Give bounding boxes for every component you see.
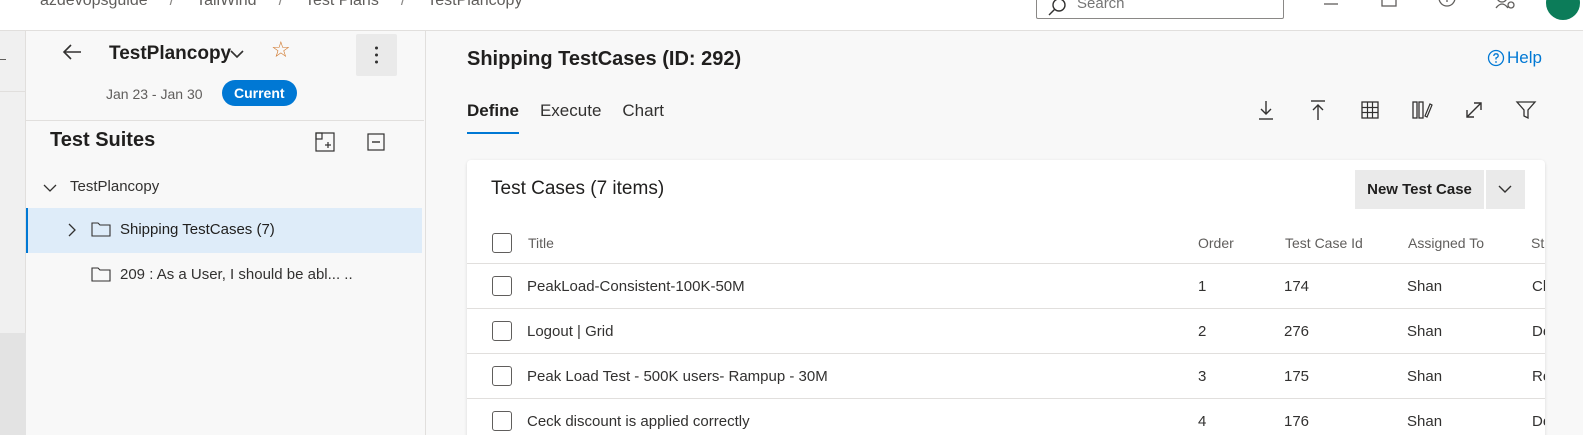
test-cases-title: Test Cases (7 items) [491, 178, 665, 199]
help-link[interactable]: Help [1487, 48, 1542, 68]
favorite-star-icon[interactable]: ☆ [271, 39, 291, 61]
column-options-icon[interactable] [1411, 99, 1433, 121]
cell-test-case-id: 176 [1284, 413, 1310, 430]
tree-item-root[interactable]: TestPlancopy [26, 171, 424, 203]
download-icon[interactable] [1255, 99, 1277, 121]
cell-title[interactable]: PeakLoad-Consistent-100K-50M [527, 278, 745, 295]
avatar[interactable] [1546, 0, 1580, 20]
chevron-down-icon [1498, 185, 1512, 193]
chevron-down-icon[interactable] [228, 45, 246, 63]
user-settings-icon[interactable] [1494, 0, 1516, 12]
chevron-down-icon[interactable] [43, 181, 57, 195]
help-label: Help [1507, 48, 1542, 67]
tree-item-shipping-testcases[interactable]: Shipping TestCases (7) [26, 208, 422, 253]
tab-chart[interactable]: Chart [622, 101, 664, 134]
tree-item-requirement-suite[interactable]: 209 : As a User, I should be abl... .. [26, 253, 424, 297]
grid-icon[interactable] [1359, 99, 1381, 121]
panel-divider [26, 120, 424, 121]
page-title: Shipping TestCases (ID: 292) [467, 48, 742, 70]
breadcrumb-separator: / [278, 0, 284, 9]
upload-icon[interactable] [1307, 99, 1329, 121]
cell-title[interactable]: Logout | Grid [527, 323, 613, 340]
breadcrumb-test-plans[interactable]: Test Plans [305, 0, 379, 10]
cell-state: Cl [1532, 278, 1545, 295]
row-checkbox[interactable] [492, 276, 512, 296]
plan-name[interactable]: TestPlancopy [109, 43, 231, 65]
cell-order: 2 [1198, 323, 1207, 340]
table-row[interactable]: Ceck discount is applied correctly 4 176… [467, 399, 1545, 435]
left-nav-rail [0, 31, 26, 435]
test-plan-panel: TestPlancopy ☆ Jan 23 - Jan 30 Current T… [26, 31, 426, 435]
collapse-all-icon[interactable] [366, 132, 386, 152]
search-box[interactable] [1036, 0, 1284, 19]
search-input[interactable] [1077, 0, 1267, 12]
cell-state: Re [1532, 368, 1545, 385]
breadcrumb-project[interactable]: TailWind [196, 0, 256, 10]
cell-state: De [1532, 413, 1545, 430]
column-header-state[interactable]: St [1531, 235, 1544, 251]
cell-assigned-to: Shan [1407, 323, 1443, 340]
folder-icon [91, 222, 111, 237]
suites-title: Test Suites [50, 129, 156, 151]
tree-item-label: 209 : As a User, I should be abl... .. [120, 266, 353, 283]
tree-item-label: TestPlancopy [70, 178, 160, 195]
table-row[interactable]: Peak Load Test - 500K users- Rampup - 30… [467, 354, 1545, 399]
breadcrumb-org[interactable]: azdevopsguide [40, 0, 148, 10]
cell-test-case-id: 276 [1284, 323, 1310, 340]
breadcrumb: azdevopsguide / TailWind / Test Plans / … [40, 0, 522, 10]
column-header-order[interactable]: Order [1198, 235, 1234, 251]
rail-marker [0, 59, 6, 60]
cell-order: 1 [1198, 278, 1207, 295]
tab-bar: Define Execute Chart [467, 101, 664, 134]
column-header-test-case-id[interactable]: Test Case Id [1285, 235, 1363, 251]
test-cases-card: Test Cases (7 items) New Test Case Title… [467, 160, 1545, 435]
tab-execute[interactable]: Execute [540, 101, 601, 134]
rail-divider [0, 91, 26, 92]
filter-icon[interactable] [1515, 99, 1537, 121]
cell-state: De [1532, 323, 1545, 340]
new-test-case-button[interactable]: New Test Case [1355, 170, 1485, 209]
rail-selected-block [0, 333, 26, 435]
folder-icon [91, 267, 111, 282]
fullscreen-icon[interactable] [1463, 99, 1485, 121]
top-bar: azdevopsguide / TailWind / Test Plans / … [0, 0, 1583, 31]
chevron-right-icon[interactable] [65, 223, 79, 237]
column-header-assigned-to[interactable]: Assigned To [1408, 235, 1484, 251]
list-icon[interactable] [1318, 0, 1340, 12]
cell-order: 4 [1198, 413, 1207, 430]
column-header-title[interactable]: Title [528, 235, 554, 251]
breadcrumb-plan[interactable]: TestPlancopy [427, 0, 522, 10]
row-checkbox[interactable] [492, 366, 512, 386]
tree-item-label: Shipping TestCases (7) [120, 221, 275, 238]
breadcrumb-separator: / [400, 0, 406, 9]
search-icon [1048, 0, 1066, 16]
select-all-checkbox[interactable] [492, 233, 512, 253]
tab-define[interactable]: Define [467, 101, 519, 134]
expand-all-icon[interactable] [315, 132, 335, 152]
breadcrumb-separator: / [169, 0, 175, 9]
cell-title[interactable]: Peak Load Test - 500K users- Rampup - 30… [527, 368, 828, 385]
iteration-dates: Jan 23 - Jan 30 [106, 86, 203, 102]
table-row[interactable]: PeakLoad-Consistent-100K-50M 1 174 Shan … [467, 264, 1545, 309]
cell-test-case-id: 174 [1284, 278, 1310, 295]
help-circle-icon [1487, 49, 1505, 67]
help-icon[interactable] [1436, 0, 1458, 12]
cell-assigned-to: Shan [1407, 413, 1443, 430]
row-checkbox[interactable] [492, 321, 512, 341]
cell-title[interactable]: Ceck discount is applied correctly [527, 413, 750, 430]
status-badge: Current [222, 80, 297, 106]
new-test-case-dropdown[interactable] [1486, 170, 1525, 209]
clipboard-icon[interactable] [1378, 0, 1400, 12]
more-actions-button[interactable] [356, 34, 397, 76]
cell-assigned-to: Shan [1407, 368, 1443, 385]
cell-order: 3 [1198, 368, 1207, 385]
cell-test-case-id: 175 [1284, 368, 1310, 385]
main-content: Shipping TestCases (ID: 292) Help Define… [427, 31, 1583, 435]
table-header: Title Order Test Case Id Assigned To St [467, 222, 1545, 264]
back-arrow-icon[interactable] [60, 40, 84, 64]
more-vertical-icon [375, 46, 378, 64]
table-row[interactable]: Logout | Grid 2 276 Shan De [467, 309, 1545, 354]
row-checkbox[interactable] [492, 411, 512, 431]
cell-assigned-to: Shan [1407, 278, 1443, 295]
